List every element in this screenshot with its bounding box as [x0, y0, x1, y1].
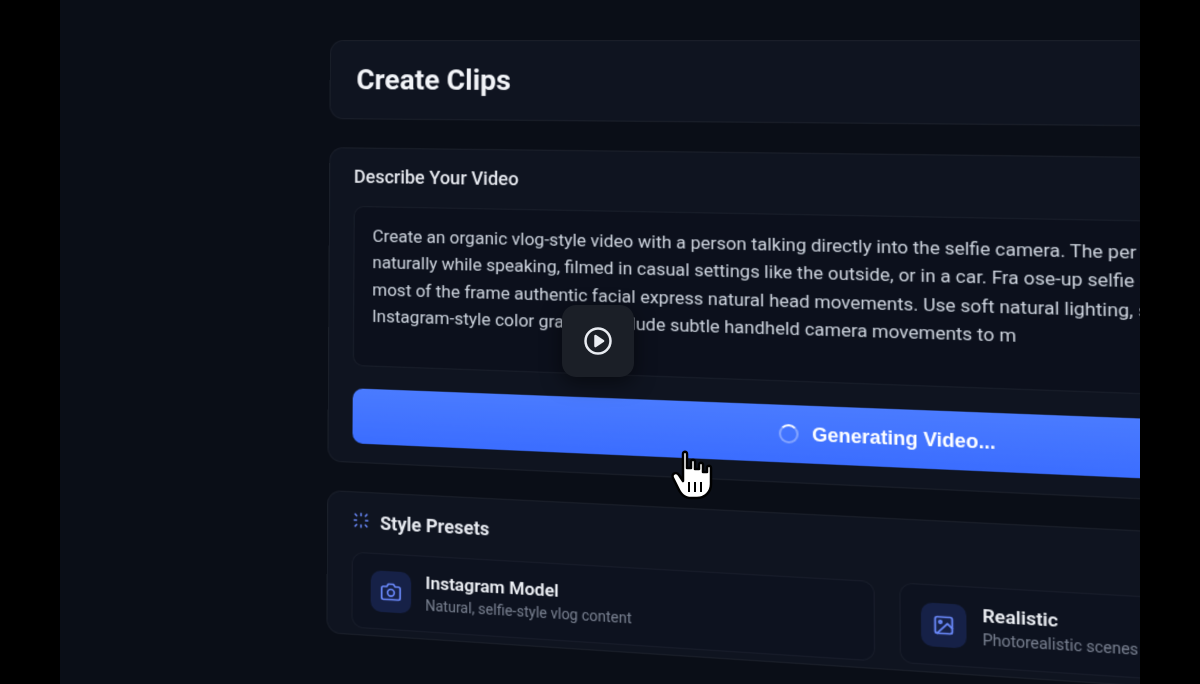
- play-overlay[interactable]: [562, 305, 634, 377]
- generate-button-label: Generating Video...: [812, 424, 996, 454]
- play-icon: [583, 326, 613, 356]
- preset-card-realistic[interactable]: Realistic Photorealistic scenes and envi…: [899, 582, 1140, 684]
- describe-panel: Describe Your Video Be as descript Creat…: [327, 147, 1140, 517]
- sparkle-icon: [352, 511, 370, 534]
- page-title: Create Clips: [356, 63, 1140, 103]
- preset-card-instagram[interactable]: Instagram Model Natural, selfie-style vl…: [351, 552, 875, 662]
- camera-icon: [371, 570, 412, 614]
- prompt-textarea[interactable]: Create an organic vlog-style video with …: [353, 206, 1140, 407]
- image-icon: [921, 602, 967, 648]
- spinner-icon: [779, 424, 799, 444]
- generate-button[interactable]: Generating Video...: [352, 388, 1140, 493]
- presets-panel: Style Presets Instagram Model Natural, s…: [326, 490, 1140, 684]
- preset-subtitle: Photorealistic scenes and environ: [982, 632, 1140, 665]
- header-panel: Create Clips: [330, 40, 1140, 129]
- presets-heading: Style Presets: [380, 513, 489, 540]
- describe-label: Describe Your Video: [354, 167, 519, 191]
